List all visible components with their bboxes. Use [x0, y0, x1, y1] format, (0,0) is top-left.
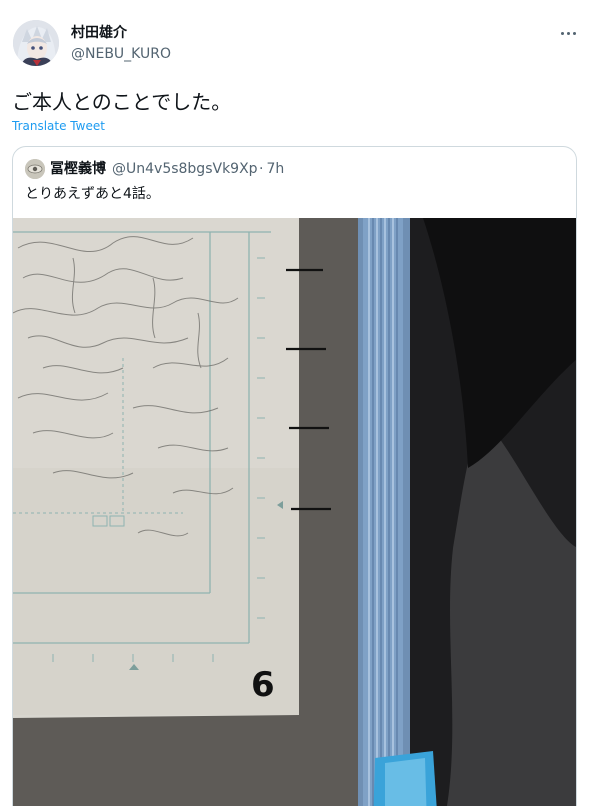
- more-options-button[interactable]: [556, 23, 580, 43]
- tweet-text: ご本人とのことでした。: [12, 90, 232, 114]
- quoted-tweet-photo[interactable]: 6: [13, 218, 576, 806]
- avatar-illustration-icon: [13, 20, 59, 66]
- translate-tweet-link[interactable]: Translate Tweet: [12, 118, 105, 134]
- eye-sketch-icon: [25, 159, 45, 179]
- quoted-author-handle[interactable]: @Un4v5s8bgsVk9Xp: [112, 160, 258, 178]
- manga-manuscript-photo: 6: [13, 218, 576, 806]
- quoted-tweet-time[interactable]: 7h: [259, 160, 284, 178]
- author-handle[interactable]: @NEBU_KURO: [71, 45, 171, 63]
- quoted-author-avatar[interactable]: [25, 159, 45, 179]
- author-name[interactable]: 村田雄介: [71, 24, 127, 42]
- quoted-tweet-text: とりあえずあと4話。: [25, 186, 160, 202]
- more-horizontal-icon: [560, 31, 576, 35]
- quoted-tweet-card[interactable]: 冨樫義博 @Un4v5s8bgsVk9Xp 7h とりあえずあと4話。: [12, 146, 577, 806]
- author-avatar[interactable]: [13, 20, 59, 66]
- quoted-author-name[interactable]: 冨樫義博: [50, 160, 106, 178]
- page-number-label: 6: [251, 665, 275, 705]
